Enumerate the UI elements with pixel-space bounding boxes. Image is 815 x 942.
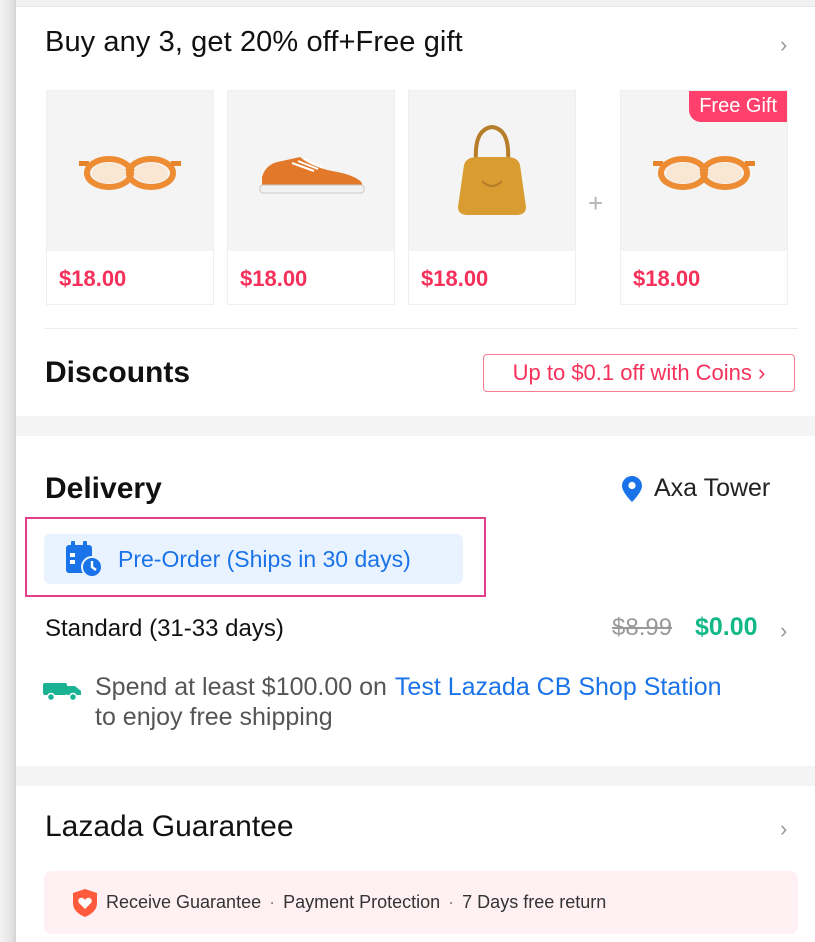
shipping-chevron-icon[interactable]: › bbox=[780, 620, 787, 642]
product-price: $18.00 bbox=[240, 266, 308, 291]
divider bbox=[45, 328, 798, 329]
preorder-pill: Pre-Order (Ships in 30 days) bbox=[44, 534, 463, 584]
section-gap bbox=[16, 766, 815, 786]
preorder-label: Pre-Order (Ships in 30 days) bbox=[118, 545, 411, 572]
product-card-4[interactable]: Free Gift $18.00 bbox=[620, 90, 788, 305]
coins-discount-tag[interactable]: Up to $0.1 off with Coins › bbox=[483, 354, 795, 392]
product-price: $18.00 bbox=[59, 266, 127, 291]
delivery-location[interactable]: Axa Tower bbox=[622, 474, 770, 503]
sneaker-icon bbox=[259, 157, 365, 194]
glasses-icon bbox=[653, 156, 755, 190]
top-edge bbox=[16, 0, 815, 7]
left-edge bbox=[0, 0, 16, 942]
calendar-clock-icon bbox=[66, 541, 103, 578]
promo-chevron-icon[interactable]: › bbox=[780, 34, 787, 56]
guarantee-chevron-icon[interactable]: › bbox=[780, 818, 787, 840]
promo-title: Buy any 3, get 20% off+Free gift bbox=[45, 26, 463, 58]
product-price: $18.00 bbox=[633, 266, 701, 291]
section-gap bbox=[16, 416, 815, 436]
product-card-2[interactable]: $18.00 bbox=[227, 90, 395, 305]
guarantee-item: 7 Days free return bbox=[462, 892, 607, 912]
free-gift-badge: Free Gift bbox=[689, 91, 787, 122]
free-shipping-suffix: to enjoy free shipping bbox=[95, 703, 333, 731]
product-image bbox=[228, 91, 394, 251]
truck-icon bbox=[43, 683, 81, 701]
location-text: Axa Tower bbox=[654, 474, 771, 502]
shipping-new-price: $0.00 bbox=[695, 613, 758, 641]
free-shipping-line-1: Spend at least $100.00 on Test Lazada CB … bbox=[95, 673, 722, 702]
product-card-1[interactable]: $18.00 bbox=[46, 90, 214, 305]
discounts-title: Discounts bbox=[45, 356, 191, 389]
separator-dot: · bbox=[269, 892, 276, 912]
guarantee-items: Receive Guarantee · Payment Protection ·… bbox=[106, 892, 606, 913]
shield-heart-icon bbox=[73, 888, 97, 917]
free-shipping-prefix: Spend at least $100.00 on bbox=[95, 673, 387, 701]
product-card-3[interactable]: $18.00 bbox=[408, 90, 576, 305]
shop-link[interactable]: Test Lazada CB Shop Station bbox=[395, 673, 722, 701]
product-image bbox=[409, 91, 575, 251]
plus-icon: + bbox=[588, 188, 604, 218]
handbag-icon bbox=[458, 124, 526, 215]
guarantee-bar[interactable]: Receive Guarantee · Payment Protection ·… bbox=[44, 871, 798, 934]
location-pin-icon bbox=[622, 475, 642, 502]
shipping-old-price: $8.99 bbox=[612, 614, 673, 641]
guarantee-title: Lazada Guarantee bbox=[45, 810, 294, 843]
separator-dot: · bbox=[448, 892, 455, 912]
guarantee-item: Payment Protection bbox=[283, 892, 441, 912]
shipping-option-label[interactable]: Standard (31-33 days) bbox=[45, 615, 284, 643]
guarantee-item: Receive Guarantee bbox=[106, 892, 262, 912]
glasses-icon bbox=[79, 156, 181, 190]
product-price: $18.00 bbox=[421, 266, 489, 291]
product-image bbox=[47, 91, 213, 251]
delivery-title: Delivery bbox=[45, 472, 162, 505]
